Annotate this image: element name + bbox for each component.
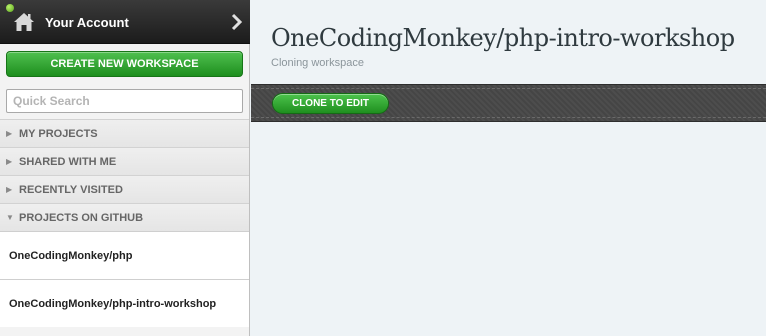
section-recently-visited[interactable]: ▶ RECENTLY VISITED xyxy=(0,175,249,203)
clone-to-edit-button[interactable]: CLONE TO EDIT xyxy=(272,93,389,114)
collapsed-triangle-icon: ▶ xyxy=(6,129,13,138)
toolbar: CLONE TO EDIT xyxy=(251,84,766,122)
account-bar[interactable]: Your Account xyxy=(0,0,250,44)
project-item[interactable]: OneCodingMonkey/php-intro-workshop xyxy=(0,279,249,327)
collapsed-triangle-icon: ▶ xyxy=(6,157,13,166)
chevron-right-icon[interactable] xyxy=(231,13,243,31)
expanded-triangle-icon: ▼ xyxy=(6,213,14,222)
toolbar-stitch xyxy=(251,117,766,118)
create-workspace-button[interactable]: CREATE NEW WORKSPACE xyxy=(6,51,243,77)
section-label: RECENTLY VISITED xyxy=(19,183,123,196)
collapsed-triangle-icon: ▶ xyxy=(6,185,13,194)
main-panel: OneCodingMonkey/php-intro-workshop Cloni… xyxy=(251,0,766,336)
project-item[interactable]: OneCodingMonkey/php xyxy=(0,231,249,279)
home-icon xyxy=(14,13,34,31)
toolbar-stitch xyxy=(251,88,766,89)
section-projects-on-github[interactable]: ▼ PROJECTS ON GITHUB xyxy=(0,203,249,231)
account-label: Your Account xyxy=(45,15,129,30)
section-label: SHARED WITH ME xyxy=(19,155,117,168)
section-label: MY PROJECTS xyxy=(19,127,98,140)
section-label: PROJECTS ON GITHUB xyxy=(19,211,144,224)
section-shared-with-me[interactable]: ▶ SHARED WITH ME xyxy=(0,147,249,175)
section-my-projects[interactable]: ▶ MY PROJECTS xyxy=(0,119,249,147)
quick-search-input[interactable] xyxy=(6,89,243,113)
sidebar: Your Account CREATE NEW WORKSPACE ▶ MY P… xyxy=(0,0,250,336)
page-subtitle: Cloning workspace xyxy=(271,57,364,69)
page-title: OneCodingMonkey/php-intro-workshop xyxy=(271,24,735,52)
